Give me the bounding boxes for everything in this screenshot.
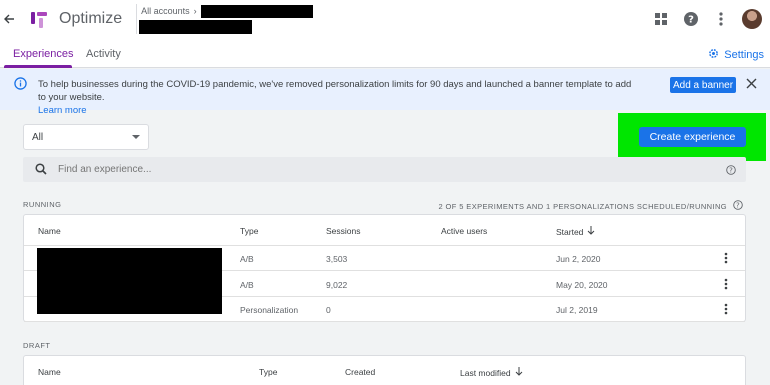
banner-text: To help businesses during the COVID-19 p… — [38, 79, 632, 103]
running-summary: 2 OF 5 EXPERIMENTS AND 1 PERSONALIZATION… — [438, 200, 743, 212]
gear-icon — [708, 48, 719, 62]
col-sessions[interactable]: Sessions — [326, 226, 361, 236]
chevron-right-icon: › — [193, 6, 197, 16]
active-tab-indicator — [4, 65, 72, 68]
col-last-modified[interactable]: Last modified — [460, 367, 523, 378]
tab-activity[interactable]: Activity — [86, 48, 121, 60]
info-icon — [14, 77, 27, 93]
arrow-down-icon — [587, 226, 595, 237]
draft-table-header: Name Type Created Last modified — [24, 356, 745, 385]
more-vert-icon[interactable] — [724, 278, 728, 293]
account-picker[interactable]: All accounts › — [139, 4, 313, 34]
svg-text:?: ? — [736, 202, 740, 210]
col-started[interactable]: Started — [556, 226, 595, 237]
redacted-experience-names — [37, 248, 222, 314]
more-vert-icon[interactable] — [712, 7, 730, 31]
draft-section-label: DRAFT — [23, 341, 51, 350]
svg-text:?: ? — [729, 167, 733, 175]
col-name[interactable]: Name — [38, 367, 61, 377]
tab-experiences[interactable]: Experiences — [13, 48, 74, 60]
divider — [136, 4, 138, 34]
covid-banner: To help businesses during the COVID-19 p… — [0, 69, 770, 116]
row-started: Jun 2, 2020 — [556, 254, 601, 264]
arrow-down-icon — [515, 367, 523, 378]
settings-label: Settings — [724, 49, 764, 61]
help-outline-icon[interactable]: ? — [733, 200, 743, 212]
apps-grid-icon[interactable] — [652, 7, 670, 31]
row-type: Personalization — [240, 305, 299, 315]
top-app-bar: Optimize All accounts › ? — [0, 0, 770, 38]
more-vert-icon[interactable] — [724, 252, 728, 267]
row-sessions: 3,503 — [326, 254, 348, 264]
learn-more-link[interactable]: Learn more — [38, 105, 87, 116]
experience-filter-select[interactable]: All — [23, 124, 149, 150]
draft-table: Name Type Created Last modified — [23, 355, 746, 385]
help-outline-icon[interactable]: ? — [726, 164, 736, 178]
col-active-users[interactable]: Active users — [441, 226, 487, 236]
col-name[interactable]: Name — [38, 226, 61, 236]
create-experience-button[interactable]: Create experience — [639, 127, 746, 147]
row-sessions: 9,022 — [326, 280, 348, 290]
user-avatar[interactable] — [742, 9, 762, 29]
running-table-header: Name Type Sessions Active users Started — [24, 215, 745, 246]
settings-link[interactable]: Settings — [708, 48, 764, 62]
svg-text:?: ? — [688, 15, 694, 26]
redacted-container-name — [139, 19, 253, 34]
filter-selected-value: All — [32, 132, 44, 143]
col-started-label: Started — [556, 226, 584, 237]
more-vert-icon[interactable] — [724, 303, 728, 318]
caret-down-icon — [132, 135, 140, 139]
row-type: A/B — [240, 280, 254, 290]
breadcrumb[interactable]: All accounts › — [141, 4, 313, 18]
breadcrumb-all-accounts[interactable]: All accounts — [141, 6, 190, 16]
tab-bar: Experiences Activity Settings — [0, 38, 770, 68]
optimize-logo-icon[interactable] — [28, 8, 50, 30]
row-started: May 20, 2020 — [556, 280, 608, 290]
col-created[interactable]: Created — [345, 367, 375, 377]
col-last-modified-label: Last modified — [460, 367, 511, 378]
add-banner-button[interactable]: Add a banner — [670, 77, 736, 93]
row-started: Jul 2, 2019 — [556, 305, 598, 315]
running-section-label: RUNNING — [23, 200, 62, 209]
search-icon — [35, 163, 47, 178]
col-type[interactable]: Type — [259, 367, 277, 377]
row-type: A/B — [240, 254, 254, 264]
help-icon[interactable]: ? — [682, 7, 700, 31]
back-arrow-icon[interactable] — [0, 0, 18, 38]
col-type[interactable]: Type — [240, 226, 258, 236]
redacted-account-name — [200, 4, 313, 18]
running-summary-text: 2 OF 5 EXPERIMENTS AND 1 PERSONALIZATION… — [438, 201, 727, 211]
close-icon[interactable] — [746, 78, 757, 92]
running-table: Name Type Sessions Active users Started … — [23, 214, 746, 322]
search-bar: ? — [23, 157, 746, 182]
row-sessions: 0 — [326, 305, 331, 315]
banner-message: To help businesses during the COVID-19 p… — [38, 78, 638, 117]
search-input[interactable] — [58, 161, 658, 178]
product-name: Optimize — [59, 10, 123, 27]
